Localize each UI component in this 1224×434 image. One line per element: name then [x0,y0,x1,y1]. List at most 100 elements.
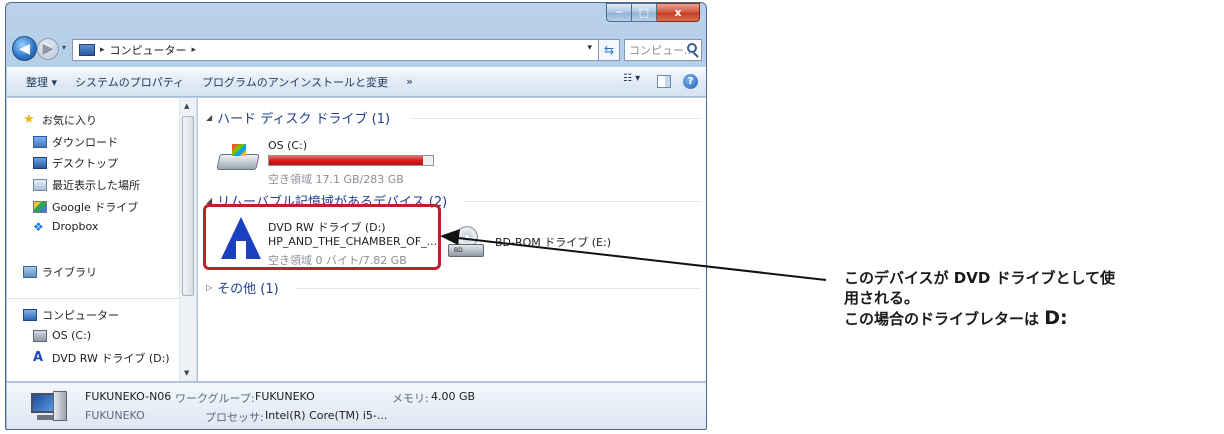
command-bar: 整理 ▾ システムのプロパティ プログラムのアンインストールと変更 » ☷ ▾ … [7,67,706,97]
maximize-button[interactable]: □ [632,3,657,22]
nav-favorites[interactable]: ★ お気に入り [23,112,97,128]
details-processor-label: プロセッサ: [205,411,264,424]
group-hard-disk-label: ハード ディスク ドライブ (1) [217,112,391,127]
annotation-line-1: このデバイスが DVD ドライブとして使 [844,269,1116,287]
annotation-line-3-prefix: この場合のドライブレターは [844,310,1040,328]
breadcrumb-computer[interactable]: コンピューター [110,42,187,58]
download-folder-icon [33,136,47,148]
drive-os-usage-bar [268,155,434,166]
group-other-label: その他 (1) [217,282,279,297]
details-domain: FUKUNEKO [85,409,145,422]
drive-os-usage-fill [269,156,424,165]
explorer-window: ─ □ x ◀ ▶ ▾ ▸ コンピューター ▸ ▾ ⇆ コンピュー... 整理 … [5,2,707,430]
system-properties-button[interactable]: システムのプロパティ [66,74,193,90]
nav-dropbox-label: Dropbox [52,220,99,233]
command-bar-tools: ☷ ▾ ? [623,73,698,89]
nav-dvd-drive[interactable]: A DVD RW ドライブ (D:) [33,350,170,366]
address-dropdown-icon[interactable]: ▾ [587,43,592,53]
search-placeholder: コンピュー... [629,44,695,57]
file-list-pane: ◢ ハード ディスク ドライブ (1) OS (C:) 空き領域 17.1 GB… [198,98,706,381]
expand-triangle-icon[interactable]: ▷ [206,283,212,292]
nav-computer[interactable]: コンピューター [23,307,119,323]
back-button[interactable]: ◀ [12,36,37,61]
close-button[interactable]: x [657,3,700,22]
nav-desktop-label: デスクトップ [52,157,118,170]
annotation-drive-letter: D: [1044,307,1068,329]
group-separator [296,288,700,289]
desktop-icon [33,157,47,169]
computer-icon [79,44,95,56]
hard-drive-icon [33,329,47,342]
group-separator [464,201,700,202]
nav-dvd-drive-label: DVD RW ドライブ (D:) [52,352,170,365]
nav-google-drive-label: Google ドライブ [52,201,139,214]
details-memory-label: メモリ: [392,392,429,405]
details-computer-name: FUKUNEKO-N06 [85,390,172,403]
nav-google-drive[interactable]: Google ドライブ [33,199,138,215]
dropbox-icon: ❖ [33,219,44,234]
nav-downloads[interactable]: ダウンロード [33,134,118,150]
computer-icon [23,309,37,321]
dvd-drive-highlight [203,204,441,270]
nav-desktop[interactable]: デスクトップ [33,155,118,171]
annotation-line-2: 用される。 [844,289,920,307]
annotation-line-3: この場合のドライブレターは D: [844,308,1222,329]
bd-badge: BD [454,247,463,254]
dvd-drive-icon: A [33,350,44,365]
minimize-button[interactable]: ─ [606,3,632,22]
chevron-right-icon[interactable]: ▸ [100,45,105,55]
address-bar[interactable]: ▸ コンピューター ▸ ▾ [72,39,599,61]
scroll-up-icon[interactable]: ▲ [184,102,189,110]
scroll-thumb[interactable] [182,116,194,296]
uninstall-program-button[interactable]: プログラムのアンインストールと変更 [193,74,397,90]
library-icon [23,266,37,278]
nav-os-drive-label: OS (C:) [52,329,92,342]
forward-button[interactable]: ▶ [37,38,59,60]
group-other[interactable]: ▷ その他 (1) [206,278,279,297]
google-drive-icon [33,201,47,213]
nav-computer-label: コンピューター [42,309,119,322]
details-workgroup-label: ワークグループ: [175,392,255,405]
details-pane: FUKUNEKO-N06 ワークグループ: FUKUNEKO メモリ: 4.00… [7,382,706,429]
organize-menu[interactable]: 整理 ▾ [17,74,66,90]
search-input[interactable]: コンピュー... [624,39,702,61]
refresh-button[interactable]: ⇆ [599,39,620,61]
group-separator [412,118,700,119]
recent-places-icon [33,179,47,191]
nav-libraries[interactable]: ライブラリ [23,264,97,280]
drive-os-name[interactable]: OS (C:) [268,139,307,152]
preview-pane-icon[interactable] [657,74,671,88]
nav-recent-label: 最近表示した場所 [52,179,140,192]
help-icon[interactable]: ? [683,73,698,89]
bd-rom-drive-icon[interactable]: BD [448,226,484,258]
nav-downloads-label: ダウンロード [52,136,118,149]
change-view-icon[interactable]: ☷ ▾ [623,73,645,89]
details-processor-value: Intel(R) Core(TM) i5-... [265,409,388,422]
address-row: ◀ ▶ ▾ ▸ コンピューター ▸ ▾ ⇆ コンピュー... [6,33,706,65]
chevron-right-icon[interactable]: ▸ [192,45,197,55]
history-dropdown-icon[interactable]: ▾ [62,43,66,52]
nav-scrollbar[interactable]: ▲ ▼ [179,98,196,381]
nav-divider [7,298,180,299]
group-hard-disk-drives[interactable]: ◢ ハード ディスク ドライブ (1) [206,108,390,127]
annotation-callout: このデバイスが DVD ドライブとして使 用される。 この場合のドライブレターは… [844,268,1222,329]
nav-libraries-label: ライブラリ [42,266,97,279]
drive-os-free-space: 空き領域 17.1 GB/283 GB [268,173,404,186]
star-icon: ★ [23,112,35,127]
nav-favorites-label: お気に入り [42,114,97,127]
caption-buttons: ─ □ x [606,3,700,22]
title-bar: ─ □ x [6,3,706,31]
details-workgroup-value: FUKUNEKO [255,390,315,403]
search-icon [687,43,697,53]
nav-recent-places[interactable]: 最近表示した場所 [33,177,140,193]
nav-dropbox[interactable]: ❖ Dropbox [33,220,98,233]
more-commands-button[interactable]: » [397,75,422,88]
collapse-triangle-icon[interactable]: ◢ [206,113,212,122]
navigation-pane: ★ お気に入り ダウンロード デスクトップ 最近表示した場所 Google ドラ… [7,98,197,381]
hard-drive-icon[interactable] [216,144,260,174]
computer-icon [31,391,73,425]
scroll-down-icon[interactable]: ▼ [184,369,189,377]
drive-bd-name[interactable]: BD-ROM ドライブ (E:) [495,234,611,250]
nav-os-drive[interactable]: OS (C:) [33,329,91,342]
details-memory-value: 4.00 GB [431,390,476,403]
